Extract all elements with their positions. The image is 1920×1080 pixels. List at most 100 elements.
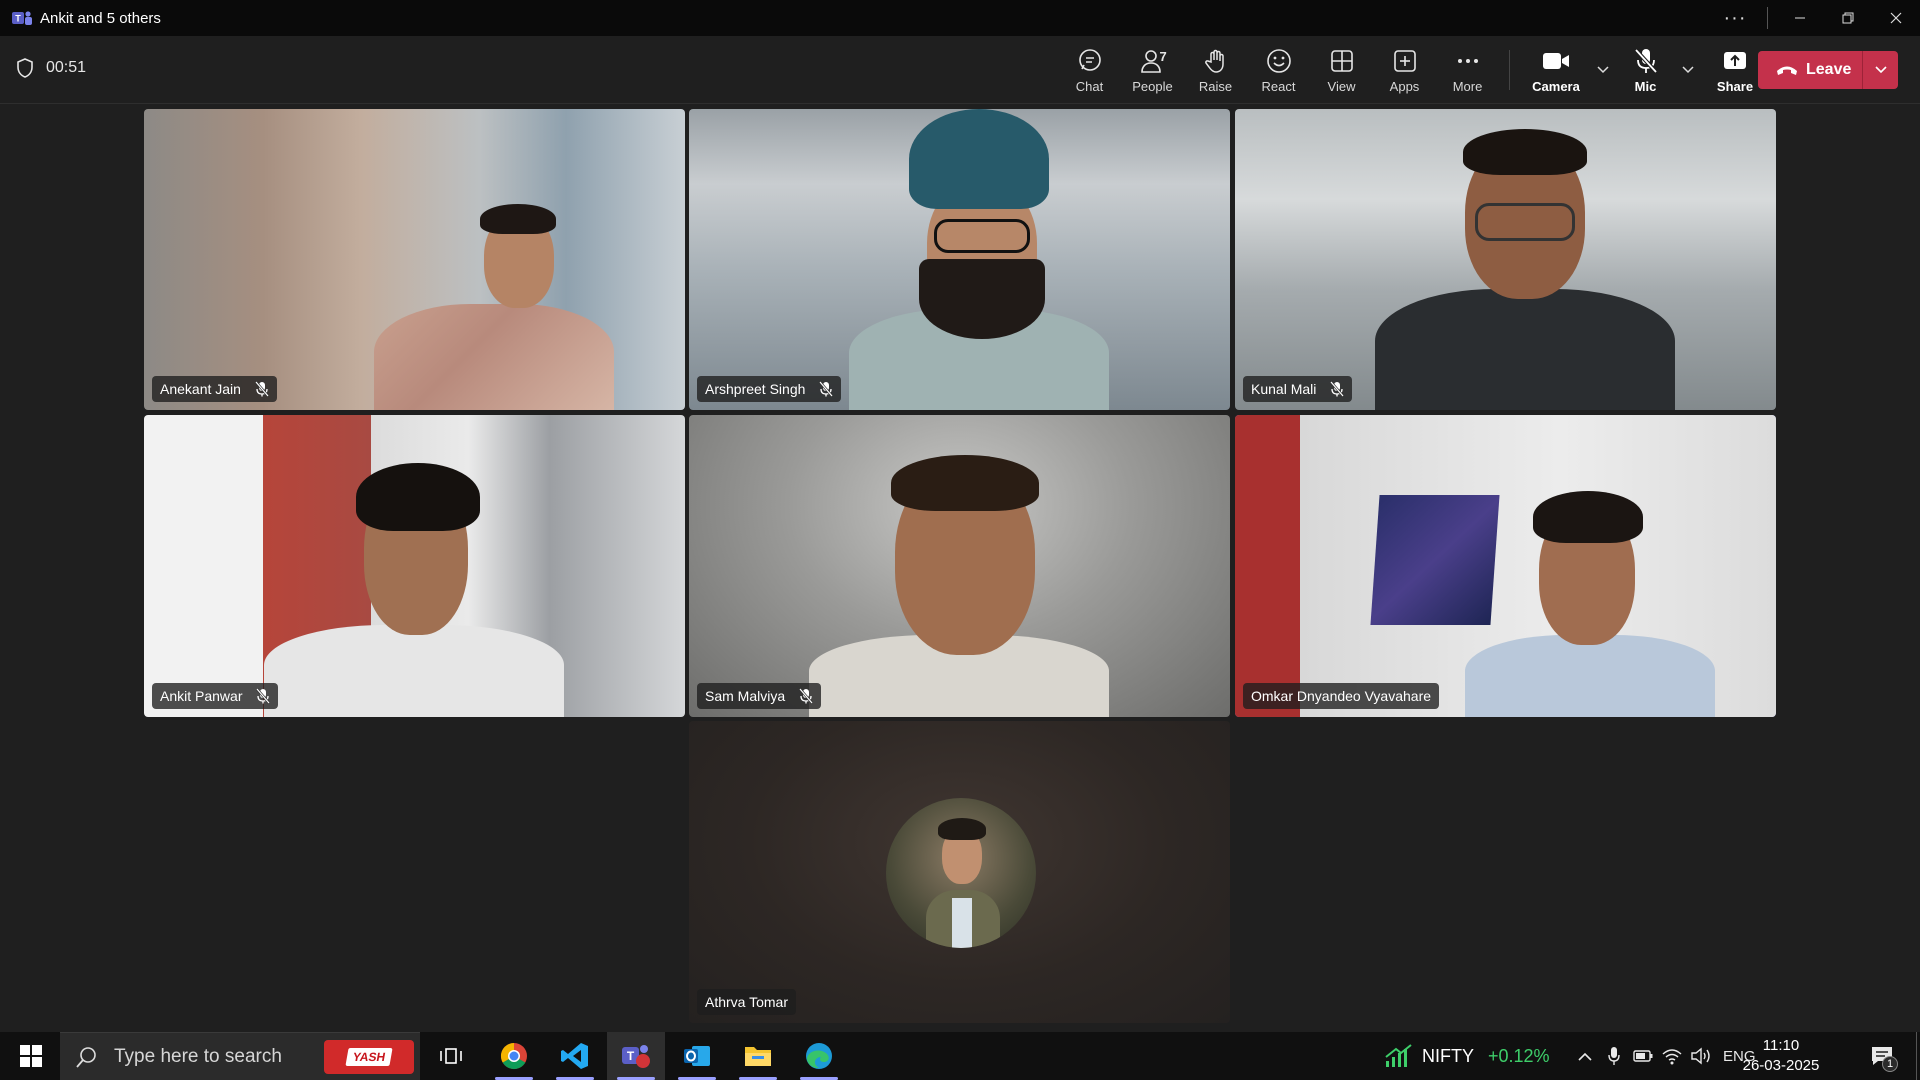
mic-muted-icon bbox=[255, 381, 269, 397]
apps-label: Apps bbox=[1389, 78, 1420, 94]
participant-name-tag: Ankit Panwar bbox=[152, 683, 279, 709]
svg-text:T: T bbox=[627, 1049, 635, 1063]
video-tile[interactable]: Ankit Panwar bbox=[144, 415, 685, 717]
windows-icon bbox=[20, 1045, 42, 1067]
people-button[interactable]: 7 People bbox=[1121, 36, 1184, 104]
taskbar-outlook[interactable] bbox=[668, 1032, 726, 1080]
taskbar-file-explorer[interactable] bbox=[729, 1032, 787, 1080]
minimize-icon bbox=[1795, 17, 1805, 19]
mic-label: Mic bbox=[1634, 78, 1657, 94]
volume-tray-icon[interactable] bbox=[1686, 1047, 1715, 1065]
taskbar-teams[interactable]: T bbox=[607, 1032, 665, 1080]
taskbar: Type here to search YASH T NIFTY +0.12% … bbox=[0, 1032, 1920, 1080]
leave-label: Leave bbox=[1806, 61, 1852, 78]
mic-button[interactable]: Mic bbox=[1614, 36, 1677, 104]
chat-icon bbox=[1078, 48, 1101, 71]
close-icon bbox=[1890, 12, 1902, 24]
meeting-timer: 00:51 bbox=[16, 58, 86, 78]
share-label: Share bbox=[1716, 78, 1754, 94]
leave-options-button[interactable] bbox=[1863, 66, 1898, 74]
shield-icon bbox=[17, 58, 33, 78]
camera-label: Camera bbox=[1532, 78, 1580, 94]
camera-button[interactable]: Camera bbox=[1520, 36, 1592, 104]
camera-icon bbox=[1543, 52, 1569, 69]
taskbar-clock[interactable]: 11:10 26-03-2025 bbox=[1716, 1032, 1846, 1080]
window-more-options-button[interactable]: ··· bbox=[1711, 0, 1759, 36]
react-button[interactable]: React bbox=[1247, 36, 1310, 104]
participant-name-tag: Omkar Dnyandeo Vyavahare bbox=[1243, 683, 1440, 709]
search-icon bbox=[76, 1046, 96, 1068]
clock-date: 26-03-2025 bbox=[1742, 1057, 1820, 1074]
participant-avatar bbox=[886, 798, 1036, 948]
battery-tray-icon[interactable] bbox=[1628, 1049, 1657, 1063]
more-button[interactable]: More bbox=[1436, 36, 1499, 104]
participant-figure bbox=[264, 445, 564, 717]
participant-figure bbox=[354, 204, 654, 410]
video-tile-active-speaker[interactable]: Omkar Dnyandeo Vyavahare bbox=[1235, 415, 1776, 717]
edge-icon bbox=[806, 1043, 832, 1069]
start-button[interactable] bbox=[8, 1032, 54, 1080]
ticker-change: +0.12% bbox=[1488, 1045, 1550, 1066]
more-label: More bbox=[1452, 78, 1483, 94]
participant-figure bbox=[1375, 129, 1675, 410]
mic-off-icon bbox=[1634, 48, 1657, 73]
close-button[interactable] bbox=[1872, 0, 1920, 36]
participant-name: Omkar Dnyandeo Vyavahare bbox=[1251, 688, 1432, 704]
network-tray-icon[interactable] bbox=[1657, 1047, 1686, 1065]
minimize-button[interactable] bbox=[1776, 0, 1824, 36]
stock-ticker[interactable]: NIFTY +0.12% bbox=[1384, 1032, 1550, 1080]
battery-icon bbox=[1632, 1050, 1652, 1062]
video-tile[interactable]: Sam Malviya bbox=[689, 415, 1230, 717]
add-app-icon bbox=[1393, 49, 1416, 72]
camera-options-button[interactable] bbox=[1592, 36, 1614, 104]
speaker-icon bbox=[1690, 1047, 1710, 1065]
taskbar-edge[interactable] bbox=[790, 1032, 848, 1080]
ticker-name: NIFTY bbox=[1422, 1045, 1474, 1066]
react-label: React bbox=[1261, 78, 1296, 94]
chevron-up-icon bbox=[1577, 1052, 1592, 1061]
trend-up-icon bbox=[1385, 1044, 1412, 1067]
participant-name: Sam Malviya bbox=[705, 688, 786, 704]
share-screen-icon bbox=[1724, 51, 1746, 69]
microphone-tray-icon[interactable] bbox=[1599, 1046, 1628, 1066]
taskbar-search[interactable]: Type here to search YASH bbox=[60, 1032, 420, 1080]
restore-button[interactable] bbox=[1824, 0, 1872, 36]
show-hidden-icons-button[interactable] bbox=[1570, 1051, 1599, 1061]
video-tile[interactable]: Kunal Mali bbox=[1235, 109, 1776, 410]
leave-main-button[interactable]: Leave bbox=[1758, 51, 1862, 89]
view-button[interactable]: View bbox=[1310, 36, 1373, 104]
participant-name-tag: Kunal Mali bbox=[1243, 376, 1353, 402]
participant-name: Arshpreet Singh bbox=[705, 381, 806, 397]
toolbar-separator bbox=[1509, 50, 1510, 90]
more-icon bbox=[1457, 58, 1478, 63]
folder-icon bbox=[745, 1047, 771, 1066]
taskbar-chrome[interactable] bbox=[485, 1032, 543, 1080]
video-tile[interactable]: Arshpreet Singh bbox=[689, 109, 1230, 410]
chevron-down-icon bbox=[1597, 66, 1609, 74]
window-title: Ankit and 5 others bbox=[40, 9, 161, 27]
mic-options-button[interactable] bbox=[1677, 36, 1699, 104]
participant-name-tag: Anekant Jain bbox=[152, 376, 277, 402]
taskbar-vscode[interactable] bbox=[546, 1032, 604, 1080]
participant-figure bbox=[1465, 485, 1715, 717]
people-label: People bbox=[1132, 78, 1173, 94]
chat-button[interactable]: Chat bbox=[1058, 36, 1121, 104]
mic-muted-icon bbox=[799, 688, 814, 704]
timer-text: 00:51 bbox=[46, 59, 87, 76]
view-label: View bbox=[1327, 78, 1356, 94]
notifications-button[interactable]: 1 bbox=[1862, 1032, 1902, 1080]
video-tile[interactable]: Anekant Jain bbox=[144, 109, 685, 410]
task-view-button[interactable] bbox=[422, 1032, 480, 1080]
apps-button[interactable]: Apps bbox=[1373, 36, 1436, 104]
participant-figure bbox=[839, 109, 1119, 410]
vscode-icon bbox=[561, 1043, 588, 1069]
leave-button[interactable]: Leave bbox=[1758, 51, 1898, 89]
mic-muted-icon bbox=[256, 688, 271, 704]
search-highlight-badge[interactable]: YASH bbox=[324, 1040, 414, 1074]
chevron-down-icon bbox=[1682, 66, 1694, 74]
raise-hand-button[interactable]: Raise bbox=[1184, 36, 1247, 104]
title-separator bbox=[1767, 7, 1768, 29]
show-desktop-button[interactable] bbox=[1916, 1032, 1920, 1080]
clock-time: 11:10 bbox=[1762, 1037, 1800, 1054]
participant-name: Athrva Tomar bbox=[705, 994, 788, 1010]
